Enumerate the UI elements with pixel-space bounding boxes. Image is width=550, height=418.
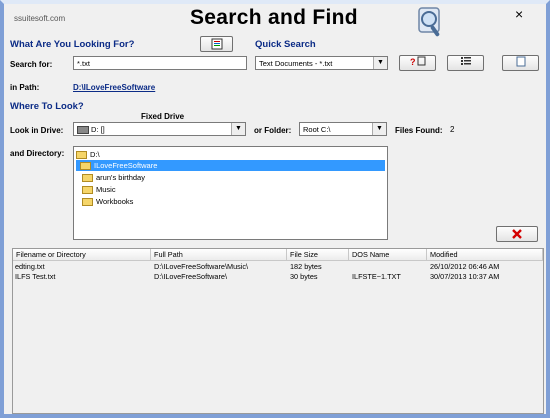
fixed-drive-header: Fixed Drive bbox=[141, 112, 185, 121]
column-full-path[interactable]: Full Path bbox=[151, 249, 287, 261]
cell-filename: ILFS Test.txt bbox=[15, 272, 56, 281]
notebook-button[interactable] bbox=[200, 36, 233, 52]
section-looking-for: What Are You Looking For? bbox=[10, 39, 135, 50]
clear-button[interactable] bbox=[496, 226, 538, 242]
folder-open-icon bbox=[80, 162, 91, 171]
cell-full-path: D:\ILoveFreeSoftware\Music\ bbox=[154, 262, 249, 271]
cell-filename: edting.txt bbox=[15, 262, 45, 271]
cell-full-path: D:\ILoveFreeSoftware\ bbox=[154, 272, 228, 281]
section-quick-search: Quick Search bbox=[255, 39, 316, 50]
directory-label: and Directory: bbox=[10, 149, 65, 158]
or-folder-label: or Folder: bbox=[254, 126, 292, 135]
tree-node-drive[interactable]: D:\ bbox=[76, 149, 100, 160]
files-found-label: Files Found: bbox=[395, 126, 443, 135]
brand-label: ssuitesoft.com bbox=[14, 14, 66, 23]
help-icon: ? bbox=[410, 56, 425, 67]
tree-node[interactable]: Music bbox=[82, 184, 116, 195]
chevron-down-icon: ▼ bbox=[372, 123, 386, 135]
cell-dos-name: ILFSTE~1.TXT bbox=[352, 272, 401, 281]
folder-value: Root C:\ bbox=[303, 125, 331, 134]
chevron-down-icon: ▼ bbox=[373, 57, 387, 69]
cell-modified: 30/07/2013 10:37 AM bbox=[430, 272, 500, 281]
list-icon bbox=[460, 57, 471, 65]
app-window: ssuitesoft.com Search and Find × What Ar… bbox=[0, 0, 550, 418]
drive-icon bbox=[77, 126, 89, 135]
tree-node-selected[interactable]: ILoveFreeSoftware bbox=[76, 160, 385, 171]
column-dos-name[interactable]: DOS Name bbox=[349, 249, 427, 261]
red-x-icon bbox=[512, 229, 522, 239]
quick-search-value: Text Documents - *.txt bbox=[259, 59, 333, 68]
files-found-count: 2 bbox=[450, 125, 455, 134]
quick-search-select[interactable]: Text Documents - *.txt ▼ bbox=[255, 56, 388, 70]
magnifier-icon bbox=[414, 6, 448, 40]
folder-icon bbox=[82, 198, 93, 207]
help-button[interactable]: ? bbox=[399, 55, 436, 71]
folder-icon bbox=[82, 174, 93, 183]
search-for-label: Search for: bbox=[10, 60, 53, 69]
cell-file-size: 182 bytes bbox=[290, 262, 322, 271]
column-filename[interactable]: Filename or Directory bbox=[13, 249, 151, 261]
app-title: Search and Find bbox=[190, 6, 358, 29]
in-path-label: in Path: bbox=[10, 83, 40, 92]
tree-node[interactable]: arun's birthday bbox=[82, 172, 145, 183]
tree-node[interactable]: Workbooks bbox=[82, 196, 133, 207]
svg-text:?: ? bbox=[410, 57, 416, 66]
notebook-icon bbox=[211, 38, 222, 50]
search-input[interactable]: *.txt bbox=[73, 56, 247, 70]
drive-select[interactable]: D: [] ▼ bbox=[73, 122, 246, 136]
column-modified[interactable]: Modified bbox=[427, 249, 543, 261]
folder-open-icon bbox=[76, 151, 87, 160]
directory-tree[interactable]: D:\ ILoveFreeSoftware arun's birthday Mu… bbox=[73, 146, 388, 240]
section-where-to-look: Where To Look? bbox=[10, 101, 84, 112]
cell-file-size: 30 bytes bbox=[290, 272, 318, 281]
list-button[interactable] bbox=[447, 55, 484, 71]
drive-value: D: [] bbox=[91, 125, 105, 134]
chevron-down-icon: ▼ bbox=[231, 123, 245, 135]
look-in-drive-label: Look in Drive: bbox=[10, 126, 64, 135]
document-icon bbox=[516, 56, 525, 67]
document-button[interactable] bbox=[502, 55, 539, 71]
cell-modified: 26/10/2012 06:46 AM bbox=[430, 262, 500, 271]
close-button[interactable]: × bbox=[515, 6, 523, 22]
folder-select[interactable]: Root C:\ ▼ bbox=[299, 122, 387, 136]
results-list[interactable]: Filename or Directory Full Path File Siz… bbox=[12, 248, 544, 414]
column-file-size[interactable]: File Size bbox=[287, 249, 349, 261]
in-path-value[interactable]: D:\ILoveFreeSoftware bbox=[73, 83, 155, 92]
folder-icon bbox=[82, 186, 93, 195]
